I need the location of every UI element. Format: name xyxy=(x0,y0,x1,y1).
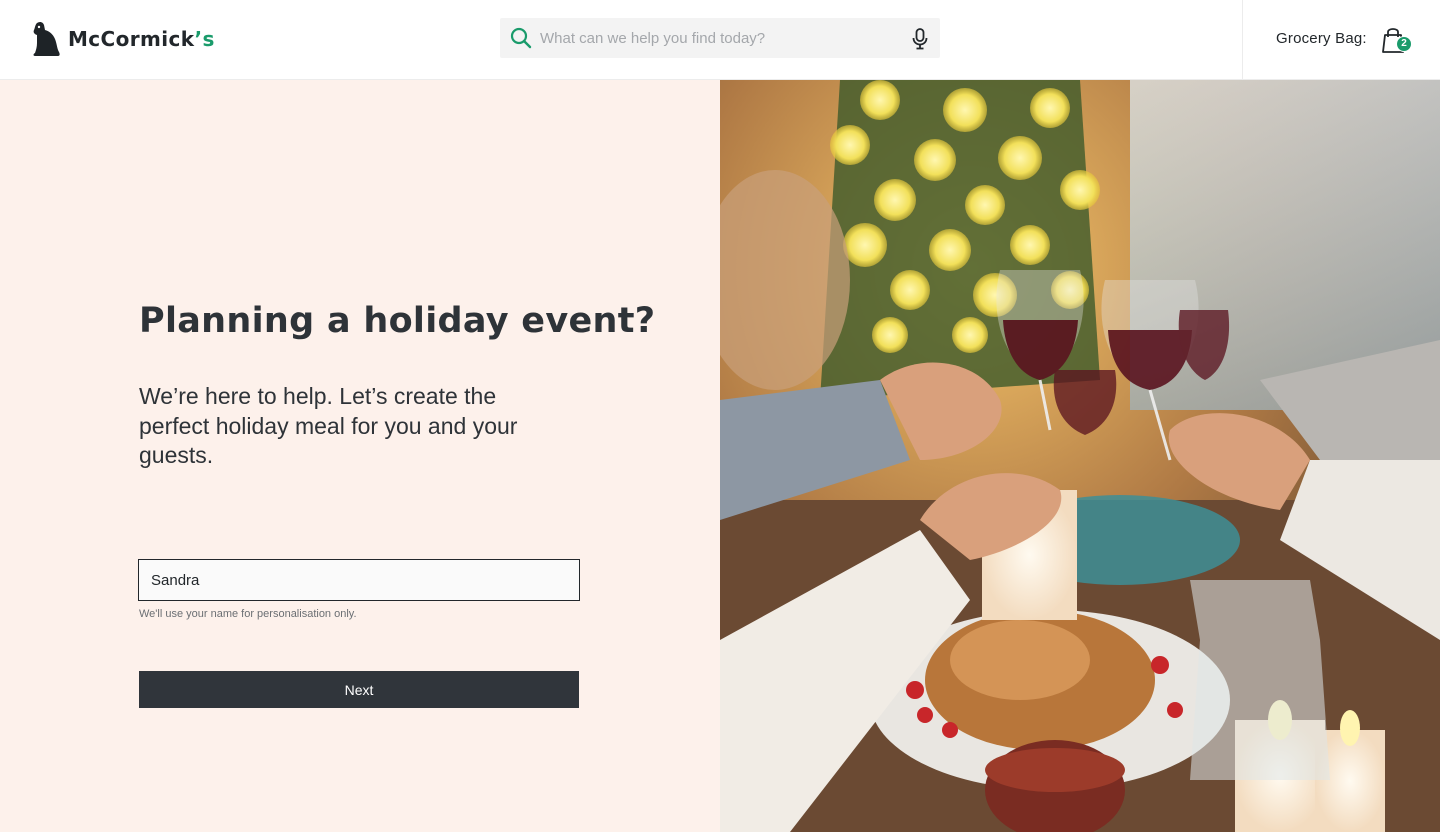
grocery-bag-label: Grocery Bag: xyxy=(1276,30,1367,47)
hero-image xyxy=(720,80,1440,832)
search-icon[interactable] xyxy=(510,27,532,54)
microphone-icon[interactable] xyxy=(912,28,928,55)
next-button[interactable]: Next xyxy=(139,671,579,708)
search-input[interactable] xyxy=(540,18,890,58)
intro-panel: Planning a holiday event? We’re here to … xyxy=(0,80,720,832)
brand-logo[interactable]: McCormick’s xyxy=(31,20,215,58)
site-header: McCormick’s Grocery Bag: 2 xyxy=(0,0,1440,80)
name-field[interactable] xyxy=(138,559,580,601)
search-bar xyxy=(500,18,940,58)
page-title: Planning a holiday event? xyxy=(139,301,656,341)
bag-count-badge: 2 xyxy=(1396,36,1412,52)
dog-logo-icon xyxy=(31,21,61,57)
brand-apostrophe: ’s xyxy=(194,27,215,51)
grocery-bag[interactable]: Grocery Bag: 2 xyxy=(1242,0,1440,80)
page-subtitle: We’re here to help. Let’s create the per… xyxy=(139,383,518,468)
brand-name: McCormick’s xyxy=(68,27,215,51)
name-field-hint: We'll use your name for personalisation … xyxy=(139,608,357,620)
